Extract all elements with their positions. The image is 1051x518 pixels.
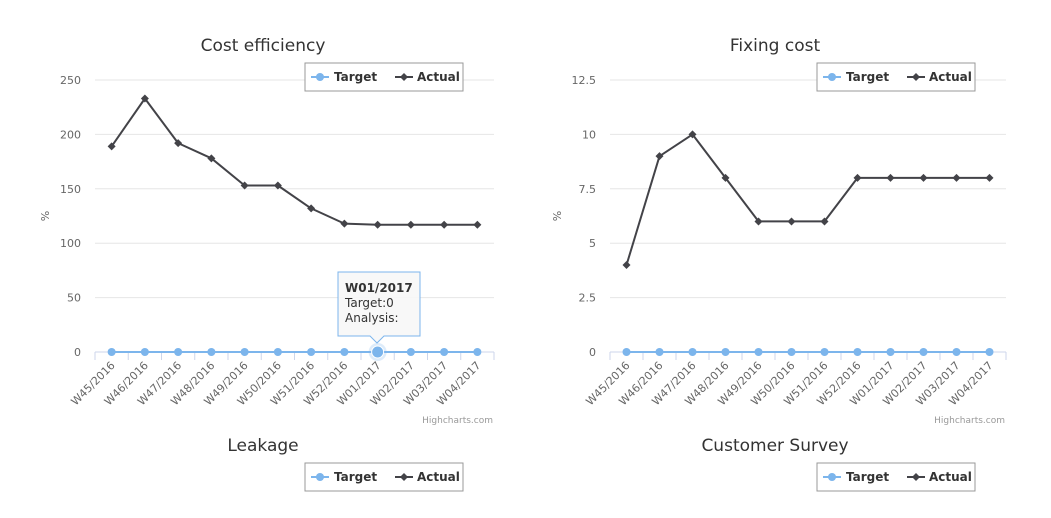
actual-point[interactable]: [952, 173, 961, 182]
actual-point[interactable]: [340, 219, 349, 228]
target-point[interactable]: [406, 348, 415, 356]
chart-title: Cost efficiency: [201, 36, 326, 56]
actual-point[interactable]: [919, 173, 928, 182]
y-tick-label: 10: [582, 128, 596, 141]
tooltip-target: Target:0: [344, 296, 394, 310]
y-tick-label: 50: [67, 292, 81, 305]
legend-actual-label: Actual: [929, 470, 972, 484]
legend-target-label: Target: [846, 70, 889, 84]
target-point[interactable]: [820, 348, 829, 356]
actual-point[interactable]: [886, 173, 895, 182]
tooltip-analysis: Analysis:: [345, 311, 398, 325]
actual-point[interactable]: [440, 220, 449, 229]
y-tick-label: 2.5: [579, 292, 597, 305]
actual-series-line[interactable]: [110, 97, 478, 226]
target-point[interactable]: [754, 348, 763, 356]
y-tick-label: 200: [60, 128, 81, 141]
chart-title: Leakage: [227, 436, 298, 456]
y-tick-label: 100: [60, 237, 81, 250]
cost-efficiency-chart: Cost efficiency % 050100150200250W45/201…: [39, 36, 495, 426]
target-point[interactable]: [886, 348, 895, 356]
actual-point[interactable]: [985, 173, 994, 182]
target-point[interactable]: [140, 348, 149, 356]
y-tick-label: 0: [589, 346, 596, 359]
target-point[interactable]: [240, 348, 249, 356]
chart-title: Fixing cost: [730, 36, 821, 56]
y-tick-label: 7.5: [579, 183, 597, 196]
legend-target-marker: [828, 473, 836, 481]
credits-link[interactable]: Highcharts.com: [422, 416, 493, 426]
target-point[interactable]: [107, 348, 116, 356]
dashboard-canvas: Cost efficiency % 050100150200250W45/201…: [39, 36, 1007, 492]
legend: Target Actual: [304, 62, 464, 92]
target-point[interactable]: [174, 348, 183, 356]
target-point[interactable]: [207, 348, 216, 356]
legend-target-marker: [828, 73, 836, 81]
legend-target-marker: [316, 73, 324, 81]
y-axis-label: %: [39, 211, 52, 221]
y-tick-label: 250: [60, 74, 81, 87]
y-tick-label: 150: [60, 183, 81, 196]
y-tick-label: 12.5: [572, 74, 597, 87]
target-point[interactable]: [307, 348, 316, 356]
customer-survey-chart: Customer Survey Target Actual: [701, 436, 976, 492]
legend-target-label: Target: [334, 470, 377, 484]
target-point[interactable]: [273, 348, 282, 356]
credits-link[interactable]: Highcharts.com: [934, 416, 1005, 426]
legend: Target Actual: [304, 462, 464, 492]
legend-actual-label: Actual: [417, 70, 460, 84]
target-point[interactable]: [371, 345, 385, 359]
actual-point[interactable]: [373, 220, 382, 229]
chart-title: Customer Survey: [701, 436, 848, 456]
actual-point[interactable]: [622, 260, 631, 269]
legend: Target Actual: [816, 62, 976, 92]
fixing-cost-chart: Fixing cost % 02.557.51012.5W45/2016W46/…: [551, 36, 1007, 426]
y-tick-label: 5: [589, 237, 596, 250]
legend-target-label: Target: [846, 470, 889, 484]
target-point[interactable]: [688, 348, 697, 356]
target-point[interactable]: [853, 348, 862, 356]
target-point[interactable]: [985, 348, 994, 356]
target-point[interactable]: [721, 348, 730, 356]
target-point[interactable]: [340, 348, 349, 356]
y-tick-label: 0: [74, 346, 81, 359]
legend-target-marker: [316, 473, 324, 481]
legend: Target Actual: [816, 462, 976, 492]
actual-series-line[interactable]: [625, 133, 990, 266]
target-point[interactable]: [919, 348, 928, 356]
target-point[interactable]: [787, 348, 796, 356]
actual-point[interactable]: [787, 217, 796, 226]
leakage-chart: Leakage Target Actual: [227, 436, 464, 492]
legend-actual-label: Actual: [417, 470, 460, 484]
legend-actual-label: Actual: [929, 70, 972, 84]
target-point[interactable]: [952, 348, 961, 356]
actual-point[interactable]: [406, 220, 415, 229]
tooltip: W01/2017 Target:0 Analysis:: [337, 271, 421, 344]
y-axis-label: %: [551, 211, 564, 221]
target-point[interactable]: [473, 348, 482, 356]
target-point[interactable]: [440, 348, 449, 356]
target-point[interactable]: [622, 348, 631, 356]
actual-point[interactable]: [473, 220, 482, 229]
legend-target-label: Target: [334, 70, 377, 84]
tooltip-title: W01/2017: [345, 281, 413, 295]
target-point[interactable]: [655, 348, 664, 356]
